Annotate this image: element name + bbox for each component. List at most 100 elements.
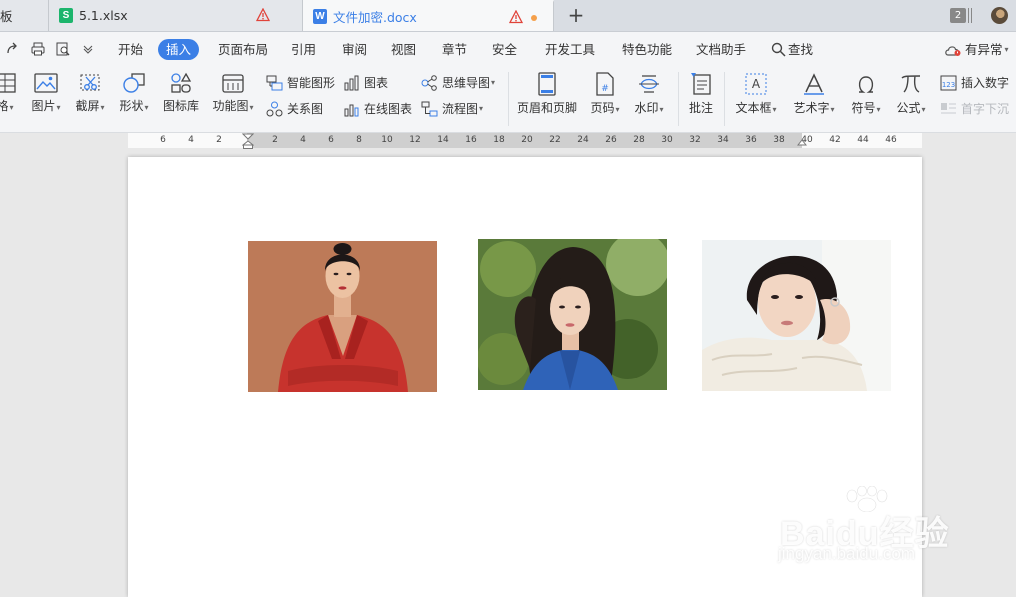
- ruler-tick-label: 6: [328, 135, 334, 145]
- ruler-tick-label: 12: [409, 135, 421, 145]
- header-footer-button[interactable]: 页眉和页脚: [514, 72, 580, 116]
- menu-view[interactable]: 视图: [391, 40, 416, 60]
- pi-formula-icon: [901, 75, 921, 93]
- icon-library-icon: [171, 72, 192, 93]
- ruler-tick-label: 24: [577, 135, 589, 145]
- smart-art-button[interactable]: 智能图形: [266, 74, 335, 91]
- mind-map-button[interactable]: 思维导图 ▾: [421, 74, 495, 91]
- tab-template[interactable]: 板: [0, 0, 49, 31]
- main-menu-bar: 开始 插入 页面布局 引用 审阅 视图 章节 安全 开发工具 特色功能 文档助手…: [0, 32, 1016, 66]
- screenshot-button[interactable]: 截屏▾: [72, 72, 108, 114]
- watermark-button[interactable]: 水印▾: [630, 72, 668, 116]
- table-label: 格: [0, 99, 9, 113]
- warning-icon: [509, 10, 523, 24]
- flowchart-button[interactable]: 流程图 ▾: [421, 100, 483, 117]
- icon-library-button[interactable]: 图标库: [160, 72, 202, 114]
- ruler-tick-label: 6: [160, 135, 166, 145]
- smart-art-icon: [266, 75, 283, 90]
- picture-button[interactable]: 图片▾: [28, 72, 64, 114]
- ruler-tick-label: 16: [465, 135, 477, 145]
- ruler-tick-label: 22: [549, 135, 561, 145]
- header-footer-label: 页眉和页脚: [516, 101, 577, 115]
- word-art-button[interactable]: 艺术字▾: [788, 72, 840, 116]
- menu-section[interactable]: 章节: [442, 40, 467, 60]
- online-chart-icon: [344, 104, 359, 116]
- menu-references[interactable]: 引用: [291, 40, 316, 60]
- screenshot-label: 截屏: [75, 99, 100, 113]
- ruler-tick-label: 28: [633, 135, 645, 145]
- tab-spreadsheet[interactable]: S 5.1.xlsx: [49, 0, 303, 31]
- search-icon[interactable]: [771, 42, 786, 57]
- portrait-red-suit-image: [248, 241, 437, 392]
- photo-portrait-white-lace[interactable]: [702, 240, 891, 391]
- ruler-tick-label: 42: [829, 135, 841, 145]
- horizontal-ruler[interactable]: 6 4 2 2 4 6 8 10 12 14 16 18 20 22 24 26 28 30 32 34 36 38 40 4…: [0, 133, 1016, 149]
- menu-doc-assistant[interactable]: 文档助手: [696, 40, 746, 60]
- text-box-button[interactable]: A 文本框▾: [732, 72, 780, 116]
- chart-label: 图表: [364, 76, 389, 90]
- ruler-tick-label: 4: [188, 135, 194, 145]
- chart-button[interactable]: 图表: [343, 74, 388, 91]
- menu-start[interactable]: 开始: [118, 40, 143, 60]
- ruler-tick-label: 46: [885, 135, 897, 145]
- photo-portrait-red-suit[interactable]: [248, 241, 437, 392]
- portrait-blue-shirt-image: [478, 239, 667, 390]
- picture-label: 图片: [31, 99, 56, 113]
- mind-map-label: 思维导图: [442, 76, 491, 90]
- picture-icon: [34, 73, 58, 93]
- ribbon-divider: [678, 72, 679, 126]
- insert-number-label: 插入数字: [961, 76, 1010, 90]
- word-art-icon: [804, 73, 824, 95]
- window-count-badge[interactable]: 2: [950, 8, 966, 23]
- quick-access-more-icon[interactable]: [82, 43, 94, 55]
- mind-map-icon: [421, 74, 437, 91]
- menu-special-features[interactable]: 特色功能: [622, 40, 672, 60]
- drop-cap-button[interactable]: 首字下沉: [940, 100, 1009, 117]
- word-art-label: 艺术字: [793, 101, 830, 115]
- ruler-tick-label: 4: [300, 135, 306, 145]
- ruler-tick-label: 44: [857, 135, 869, 145]
- page-number-button[interactable]: # 页码▾: [586, 72, 624, 116]
- unsaved-dot-icon: [531, 15, 537, 21]
- shape-icon: [123, 73, 145, 93]
- comment-button[interactable]: 批注: [684, 72, 718, 116]
- insert-number-button[interactable]: 123 插入数字: [940, 74, 1009, 91]
- menu-developer[interactable]: 开发工具: [545, 40, 595, 60]
- table-icon: [0, 73, 16, 93]
- menu-page-layout[interactable]: 页面布局: [218, 40, 268, 60]
- ruler-tick-label: 2: [272, 135, 278, 145]
- svg-text:#: #: [601, 84, 609, 94]
- menu-review[interactable]: 审阅: [342, 40, 367, 60]
- indent-marker-icon[interactable]: [242, 133, 254, 149]
- ruler-tick-label: 10: [381, 135, 393, 145]
- shape-label: 形状: [119, 99, 144, 113]
- photo-portrait-blue-shirt[interactable]: [478, 239, 667, 390]
- watermark-url-text: jingyan.baidu.com: [778, 544, 916, 563]
- online-chart-button[interactable]: 在线图表: [343, 100, 412, 117]
- symbol-button[interactable]: 符号▾: [848, 72, 884, 116]
- window-list-icon: [968, 8, 972, 23]
- redo-icon[interactable]: [4, 41, 20, 57]
- user-avatar[interactable]: [991, 7, 1008, 24]
- right-indent-marker-icon[interactable]: [797, 139, 807, 149]
- formula-button[interactable]: 公式▾: [893, 72, 929, 116]
- relation-chart-button[interactable]: 关系图: [266, 100, 323, 117]
- document-tab-bar: 板 S 5.1.xlsx W 文件加密.docx + 2: [0, 0, 1016, 32]
- shape-button[interactable]: 形状▾: [115, 72, 153, 114]
- ruler-tick-label: 20: [521, 135, 533, 145]
- menu-security[interactable]: 安全: [492, 40, 517, 60]
- new-tab-button[interactable]: +: [566, 4, 586, 26]
- smart-art-label: 智能图形: [287, 76, 336, 90]
- ribbon-divider: [508, 72, 509, 126]
- print-icon[interactable]: [30, 41, 46, 57]
- tab-active-document-label: 文件加密.docx: [333, 10, 417, 25]
- table-button[interactable]: 格▾: [0, 72, 18, 114]
- status-issue-button[interactable]: 有异常 ▾: [944, 40, 1009, 60]
- print-preview-icon[interactable]: [55, 41, 71, 57]
- menu-find[interactable]: 查找: [788, 40, 813, 60]
- tab-active-document[interactable]: W 文件加密.docx: [303, 0, 554, 31]
- menu-insert[interactable]: 插入: [158, 39, 200, 60]
- icon-library-label: 图标库: [162, 99, 199, 113]
- function-chart-button[interactable]: 功能图▾: [209, 72, 257, 114]
- ruler-tick-label: 38: [773, 135, 785, 145]
